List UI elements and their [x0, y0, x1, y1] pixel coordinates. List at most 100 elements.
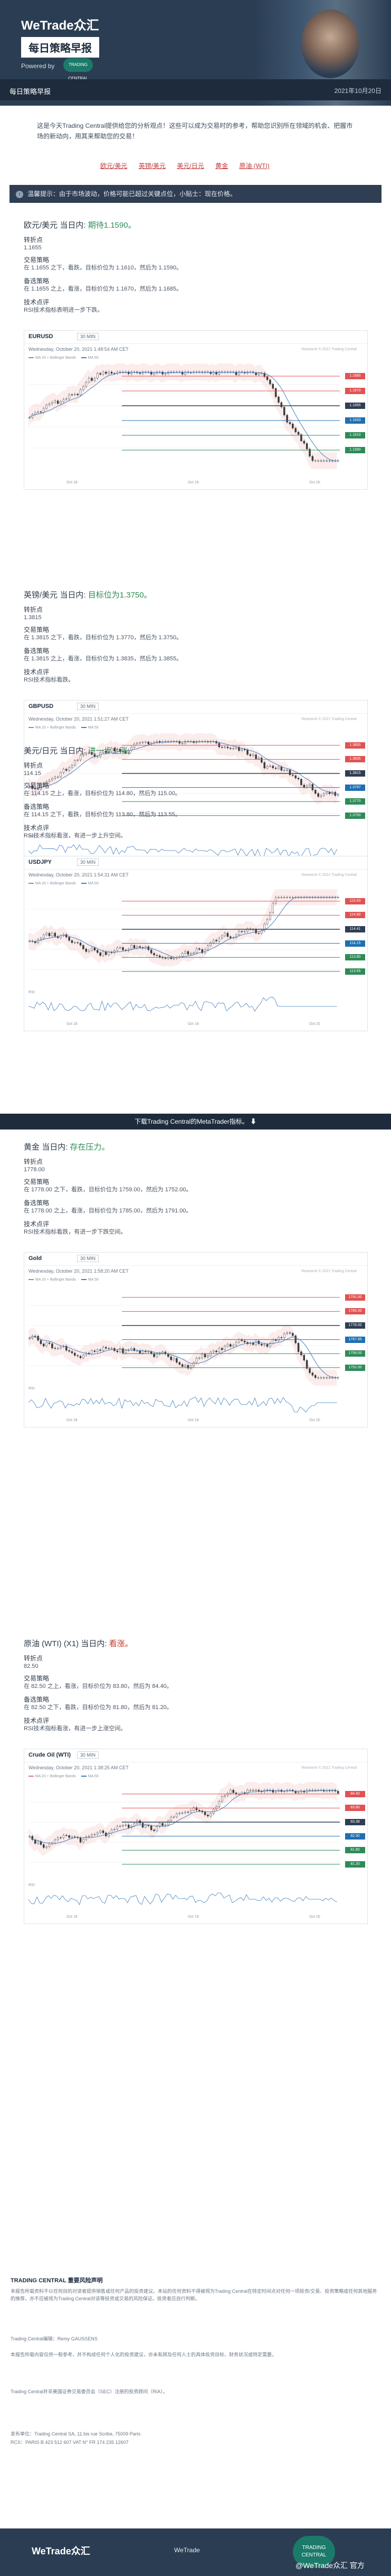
candle-body [43, 935, 45, 939]
comment-label: 技术点评 [24, 1220, 50, 1228]
candle-body [266, 376, 269, 380]
candle-body [147, 1351, 150, 1352]
candle-body [110, 1830, 113, 1833]
candle-body [255, 754, 257, 759]
candle-body [269, 379, 271, 385]
price-level-label: 1.1590 [345, 447, 365, 453]
candle-body [258, 1789, 260, 1791]
alt: 在 1.3815 之上，看涨，目标价位为 1.3835，然后为 1.3855。 [24, 656, 183, 662]
footer-editor: Trading Central编辑：Remy GAUSSENS [11, 2336, 98, 2341]
chart-header: Crude Oil (WTI) 30 MIN [24, 1749, 367, 1762]
candle-body [102, 371, 104, 375]
candle-body [68, 394, 70, 399]
price-level-label: 1.3855 [345, 742, 365, 749]
footer-disclaimer: 本报告所载资料不以任何目的对读者提供销售或任何产品的投资建议。本站的任何资料不得… [11, 2289, 377, 2301]
candle-body [91, 1350, 93, 1355]
candle-body [224, 1346, 226, 1350]
alt: 在 82.50 之下，看跌，目标价位为 81.80，然后为 81.20。 [24, 1704, 173, 1711]
timeframe-badge: 30 MIN [77, 858, 99, 866]
candle-body [99, 1349, 101, 1351]
price-level-label: 1791.00 [345, 1294, 365, 1301]
x-axis-label: Oct 20 [309, 1022, 320, 1026]
candle-body [184, 1812, 186, 1813]
candle-body [266, 919, 269, 925]
view-prefix: 当日内: [60, 746, 86, 755]
candle-body [258, 932, 260, 934]
link-usdjpy[interactable]: 美元/日元 [177, 162, 204, 170]
alt-label: 备选策略 [24, 277, 50, 285]
intro-text: 这是今天Trading Central提供给您的分析观点！这些可以成为交易时的参… [37, 122, 353, 140]
candle-body [88, 378, 90, 382]
legend-label: MA 50 [88, 1278, 99, 1282]
candle-body [278, 897, 280, 898]
legend-item-ma50: MA 50 [81, 726, 99, 730]
chart-copyright: Research © 2021 Trading Central [301, 1270, 357, 1273]
trade-label: 交易策略 [24, 1675, 50, 1682]
candle-body [43, 408, 45, 413]
candle-body [127, 1824, 130, 1828]
pair-name: 英镑/美元 [24, 591, 58, 600]
candle-body [51, 1343, 53, 1348]
candle-body [153, 1830, 155, 1831]
candle-body [226, 1344, 229, 1347]
trade: 在 82.50 之上，看涨，目标价位为 83.80，然后为 84.40。 [24, 1683, 173, 1690]
view-text: 存在压力。 [70, 1143, 110, 1152]
candle-body [85, 1836, 88, 1840]
candle-body [252, 754, 254, 756]
timeframe-badge: 30 MIN [77, 333, 99, 340]
chart-header: Gold 30 MIN [24, 1253, 367, 1266]
candle-body [68, 1835, 70, 1838]
candle-body [309, 1368, 311, 1373]
candle-body [263, 1344, 265, 1346]
legend-swatch [81, 1279, 87, 1281]
legend-item-ma50: MA 50 [81, 1278, 99, 1282]
legend-swatch [28, 357, 34, 359]
candle-body [99, 1831, 101, 1833]
candle-body [261, 758, 263, 763]
candle-body [54, 400, 56, 403]
candle-body [218, 1348, 221, 1352]
legend-label: MA 50 [88, 726, 99, 730]
candle-body [91, 1834, 93, 1837]
candle-body [77, 394, 79, 396]
candle-body [48, 932, 51, 936]
candle-body [286, 1332, 288, 1334]
candle-body [246, 750, 249, 755]
price-level-label: 1.3835 [345, 756, 365, 763]
legend-label: MA 20 + Bollinger Bands [35, 356, 76, 360]
candle-body [221, 1796, 223, 1802]
candle-body [274, 1791, 277, 1793]
candle-body [209, 1813, 212, 1817]
rsi-panel [28, 1892, 337, 1906]
alt: 在 1778.00 之上，看涨，目标价位为 1785.00，然后为 1791.0… [24, 1208, 192, 1214]
link-wti[interactable]: 原油 (WTI) [239, 162, 269, 170]
candle-body [278, 767, 280, 769]
candle-body [93, 1834, 96, 1835]
candle-body [294, 428, 297, 433]
link-gbpusd[interactable]: 英镑/美元 [139, 162, 166, 170]
price-level-label: 1767.95 [345, 1336, 365, 1343]
trade-label: 交易策略 [24, 1178, 50, 1186]
download-indicator-bar[interactable]: 下载Trading Central的MetaTrader指标。 ⬇ [0, 1114, 391, 1130]
ma50-line [28, 371, 337, 461]
link-eurusd[interactable]: 欧元/美元 [100, 162, 127, 170]
legend-label: MA 20 + Bollinger Bands [35, 1278, 76, 1282]
footer-heading: TRADING CENTRAL 重要风险声明 [11, 2278, 103, 2284]
candle-body [207, 1815, 209, 1817]
candle-body [280, 402, 283, 407]
pivot: 82.50 [24, 1663, 39, 1669]
candle-body [110, 371, 113, 374]
legend-item-ma20: MA 20 + Bollinger Bands [28, 1775, 76, 1778]
candle-body [306, 443, 308, 450]
legend-item-ma20: MA 20 + Bollinger Bands [28, 1278, 76, 1282]
candle-body [139, 946, 141, 948]
link-gold[interactable]: 黄金 [215, 162, 228, 170]
candle-body [54, 1348, 56, 1349]
candle-body [37, 412, 39, 413]
pair-name: 黄金 [24, 1143, 40, 1152]
candle-body [274, 897, 277, 904]
candle-body [311, 1373, 314, 1376]
section-title: 美元/日元 当日内: 进一步上涨。 [24, 745, 136, 756]
x-axis-label: Oct 20 [309, 1418, 320, 1422]
legend-swatch [28, 883, 34, 884]
